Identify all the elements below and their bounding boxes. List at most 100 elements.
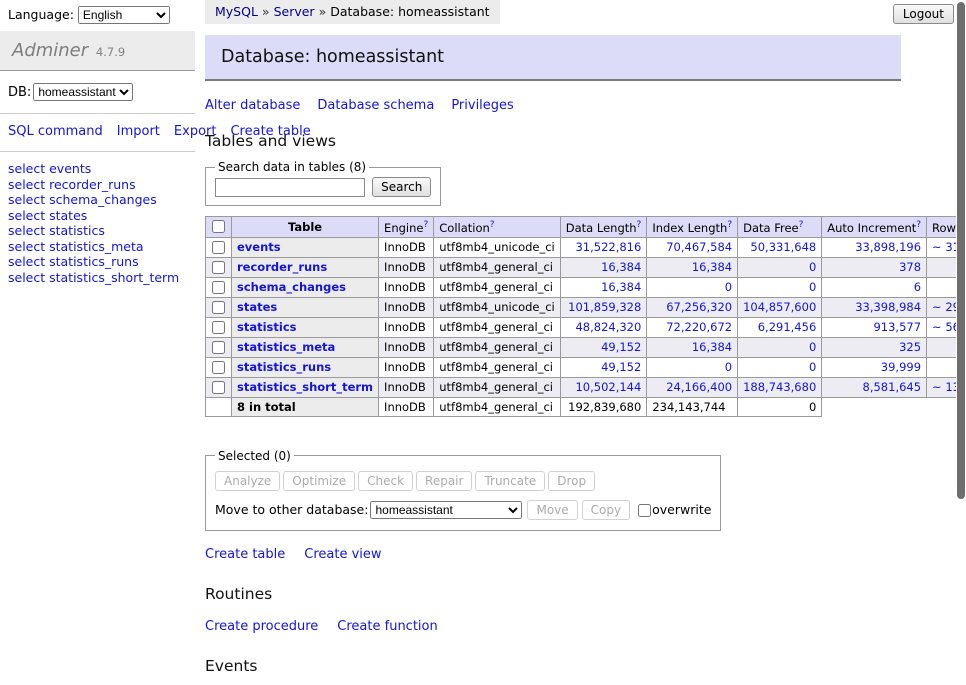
scrollbar[interactable] — [956, 0, 966, 543]
engine-cell: InnoDB — [379, 337, 434, 357]
index-length-cell: 16,384 — [647, 257, 738, 277]
total-index-length-cell: 234,143,744 — [647, 397, 738, 416]
index-length-cell: 67,256,320 — [647, 297, 738, 317]
engine-cell: InnoDB — [379, 317, 434, 337]
table-name-link[interactable]: recorder_runs — [237, 260, 327, 274]
sidebar-table-link[interactable]: select recorder_runs — [8, 177, 187, 193]
overwrite-label: overwrite — [637, 502, 711, 517]
table-name-link[interactable]: states — [237, 300, 277, 314]
index-length-cell: 16,384 — [647, 337, 738, 357]
app-name: Adminer — [12, 40, 88, 61]
language-label: Language: — [8, 7, 74, 22]
create-link[interactable]: Create view — [304, 547, 381, 562]
sidebar-table-link[interactable]: select statistics_meta — [8, 239, 187, 255]
collation-cell: utf8mb4_unicode_ci — [434, 297, 561, 317]
index-length-cell: 24,166,400 — [647, 377, 738, 397]
check-all-checkbox[interactable] — [212, 220, 225, 233]
row-checkbox-cell — [206, 277, 232, 297]
data-length-cell: 16,384 — [560, 257, 647, 277]
table-name-link[interactable]: statistics_short_term — [237, 380, 373, 394]
table-name-link[interactable]: statistics — [237, 320, 297, 334]
sidebar-table-link[interactable]: select schema_changes — [8, 192, 187, 208]
page-title: Database: homeassistant — [205, 35, 901, 81]
data-length-cell: 16,384 — [560, 277, 647, 297]
row-checkbox[interactable] — [212, 381, 225, 394]
db-nav-link[interactable]: Database schema — [317, 98, 434, 113]
table-name-link[interactable]: events — [237, 240, 281, 254]
row-checkbox[interactable] — [212, 321, 225, 334]
overwrite-checkbox[interactable] — [638, 504, 651, 517]
help-link[interactable]: ? — [637, 220, 642, 230]
sidebar-table-links: select eventsselect recorder_runsselect … — [0, 152, 195, 294]
data-free-cell: 188,743,680 — [738, 377, 822, 397]
data-length-cell: 49,152 — [560, 337, 647, 357]
sidebar-table-link[interactable]: select statistics — [8, 223, 187, 239]
db-nav-link[interactable]: Privileges — [451, 98, 514, 113]
column-header: Data Length? — [560, 217, 647, 238]
move-row: Move to other database:homeassistantMove… — [215, 500, 711, 520]
db-nav-link[interactable]: Alter database — [205, 98, 300, 113]
row-checkbox-cell — [206, 337, 232, 357]
app-logo: Adminer 4.7.9 — [0, 31, 195, 71]
sidebar-table-link[interactable]: select events — [8, 161, 187, 177]
search-button[interactable]: Search — [372, 177, 431, 197]
tables-tbody: eventsInnoDButf8mb4_unicode_ci31,522,816… — [206, 237, 966, 416]
sidebar-actions: SQL commandImportExportCreate table — [0, 114, 195, 152]
engine-cell: InnoDB — [379, 257, 434, 277]
column-header: Engine? — [379, 217, 434, 238]
auto-increment-cell: 913,577 — [822, 317, 927, 337]
row-checkbox[interactable] — [212, 361, 225, 374]
row-checkbox[interactable] — [212, 261, 225, 274]
table-row: recorder_runsInnoDButf8mb4_general_ci16,… — [206, 257, 966, 277]
row-checkbox[interactable] — [212, 341, 225, 354]
db-label: DB: — [8, 85, 31, 100]
data-length-cell: 49,152 — [560, 357, 647, 377]
breadcrumb-link[interactable]: MySQL — [215, 4, 258, 19]
table-name-link[interactable]: statistics_runs — [237, 360, 331, 374]
data-free-cell: 104,857,600 — [738, 297, 822, 317]
row-checkbox[interactable] — [212, 301, 225, 314]
data-free-cell: 0 — [738, 277, 822, 297]
app-version: 4.7.9 — [96, 45, 125, 59]
help-link[interactable]: ? — [490, 220, 495, 230]
row-checkbox[interactable] — [212, 241, 225, 254]
routine-link[interactable]: Create function — [337, 619, 437, 634]
data-free-cell: 50,331,648 — [738, 237, 822, 257]
auto-increment-cell: 378 — [822, 257, 927, 277]
data-length-cell: 48,824,320 — [560, 317, 647, 337]
table-name-cell: statistics_runs — [232, 357, 379, 377]
move-db-select[interactable]: homeassistant — [370, 501, 522, 519]
create-link[interactable]: Create table — [205, 547, 285, 562]
tables-heading: Tables and views — [205, 132, 901, 150]
sidebar-table-link[interactable]: select states — [8, 208, 187, 224]
collation-cell: utf8mb4_unicode_ci — [434, 237, 561, 257]
table-header-row: TableEngine?Collation?Data Length?Index … — [206, 217, 966, 238]
help-link[interactable]: ? — [423, 220, 428, 230]
sidebar-action-link[interactable]: SQL command — [8, 124, 103, 139]
help-link[interactable]: ? — [727, 220, 732, 230]
table-name-link[interactable]: schema_changes — [237, 280, 346, 294]
search-input[interactable] — [215, 178, 365, 197]
row-checkbox-cell — [206, 257, 232, 277]
sidebar-table-link[interactable]: select statistics_short_term — [8, 270, 187, 286]
logout-button[interactable]: Logout — [893, 4, 954, 24]
db-select[interactable]: homeassistant — [33, 83, 133, 101]
data-free-cell: 0 — [738, 337, 822, 357]
breadcrumb-separator: » — [319, 4, 327, 19]
table-name-link[interactable]: statistics_meta — [237, 340, 335, 354]
help-link[interactable]: ? — [799, 220, 804, 230]
help-link[interactable]: ? — [916, 220, 921, 230]
row-checkbox-cell — [206, 317, 232, 337]
breadcrumb-link[interactable]: Server — [274, 4, 315, 19]
auto-increment-cell: 39,999 — [822, 357, 927, 377]
row-checkbox[interactable] — [212, 281, 225, 294]
scrollbar-thumb[interactable] — [957, 2, 965, 499]
data-length-cell: 31,522,816 — [560, 237, 647, 257]
sidebar-action-link[interactable]: Import — [117, 124, 160, 139]
sidebar-table-link[interactable]: select statistics_runs — [8, 254, 187, 270]
routine-link[interactable]: Create procedure — [205, 619, 318, 634]
column-header: Data Free? — [738, 217, 822, 238]
total-label-cell: 8 in total — [232, 397, 379, 416]
language-select[interactable]: English — [78, 6, 170, 24]
table-name-cell: events — [232, 237, 379, 257]
